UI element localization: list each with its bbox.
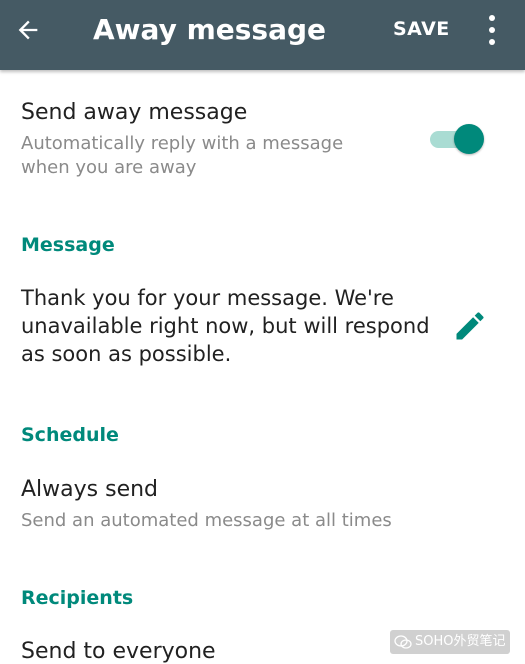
recipients-section-header: Recipients: [21, 587, 134, 609]
app-bar: Away message SAVE: [0, 0, 525, 70]
message-line-1: Thank you for your message. We're: [21, 286, 394, 310]
away-toggle-subtitle-line1: Automatically reply with a message: [21, 133, 344, 154]
recipients-title: Send to everyone: [21, 639, 216, 664]
switch-thumb: [454, 124, 484, 154]
watermark-text: SOHO外贸笔记: [415, 634, 506, 649]
watermark: SOHO外贸笔记: [390, 630, 510, 654]
chat-bubbles-icon: [394, 634, 412, 649]
away-message-switch[interactable]: [428, 124, 486, 154]
arrow-back-icon: [18, 20, 38, 40]
save-button[interactable]: SAVE: [393, 15, 450, 43]
schedule-title: Always send: [21, 477, 159, 502]
more-options-button[interactable]: [478, 12, 506, 48]
away-toggle-title: Send away message: [21, 100, 248, 125]
back-button[interactable]: [8, 10, 48, 50]
message-line-3: as soon as possible.: [21, 342, 232, 366]
away-toggle-subtitle-line2: when you are away: [21, 157, 197, 178]
away-message-text[interactable]: Thank you for your message. We're unavai…: [21, 284, 441, 368]
edit-message-button[interactable]: [452, 308, 488, 344]
message-line-2: unavailable right now, but will respond: [21, 314, 430, 338]
schedule-section-header: Schedule: [21, 424, 119, 446]
pencil-icon: [456, 312, 484, 340]
page-title: Away message: [93, 13, 326, 46]
away-message-screen: Away message SAVE Send away message Auto…: [0, 0, 525, 664]
schedule-subtitle: Send an automated message at all times: [21, 510, 392, 531]
message-section-header: Message: [21, 234, 115, 256]
